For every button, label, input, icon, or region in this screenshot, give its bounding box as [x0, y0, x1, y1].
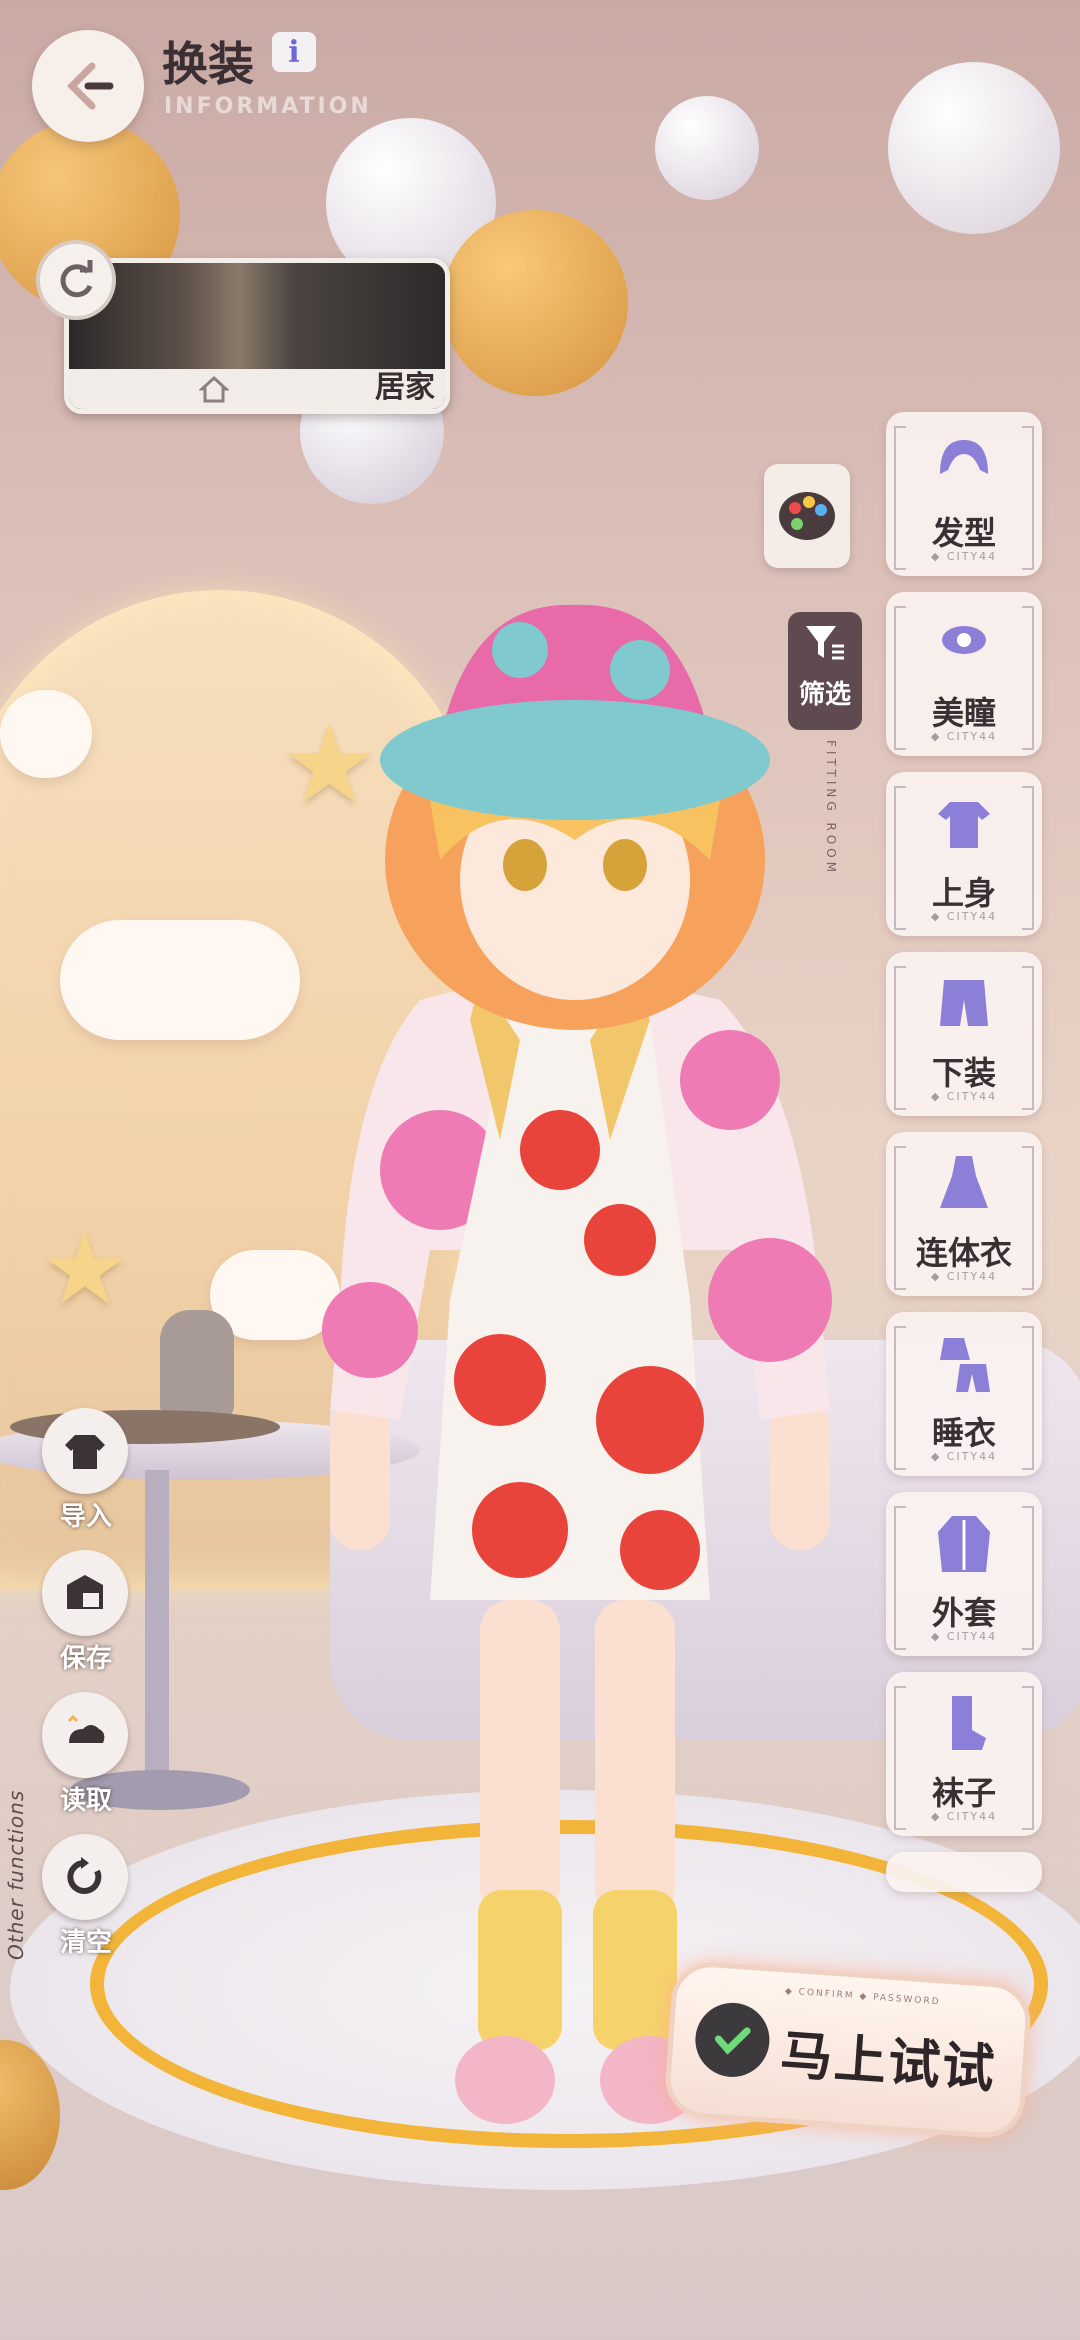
dress-dot: [596, 1366, 704, 1474]
import-icon: [65, 1435, 105, 1469]
load-icon: [67, 1714, 105, 1743]
left-sock: [478, 1890, 562, 2050]
hat-pattern: [610, 640, 670, 700]
category-label: 美瞳: [931, 694, 996, 732]
filter-label: 筛选: [798, 680, 851, 710]
category-more[interactable]: [886, 1852, 1042, 1892]
refresh-scene-button[interactable]: [36, 240, 116, 320]
right-leg: [595, 1600, 675, 1920]
category-label: 发型: [931, 514, 996, 552]
eye-icon: [942, 626, 986, 654]
jacket-pattern: [680, 1030, 780, 1130]
page-title: 换装: [162, 37, 254, 91]
check-icon: [692, 2000, 772, 2080]
right-sock: [593, 1890, 677, 2050]
left-eye: [503, 839, 547, 891]
back-arrow-icon: [67, 62, 114, 110]
category-sublabel: ◆ CITY44: [930, 1450, 998, 1463]
save-icon: [67, 1575, 103, 1609]
category-tops[interactable]: 上身 ◆ CITY44: [886, 772, 1042, 936]
filter-button[interactable]: 筛选: [788, 612, 862, 730]
right-eye: [603, 839, 647, 891]
category-contacts[interactable]: 美瞳 ◆ CITY44: [886, 592, 1042, 756]
jacket-pattern: [708, 1238, 832, 1362]
clear-label: 清空: [59, 1928, 112, 1958]
sock-icon: [952, 1696, 986, 1750]
import-label: 导入: [59, 1502, 112, 1532]
dress-icon: [940, 1156, 988, 1208]
coat-icon: [938, 1516, 990, 1572]
category-label: 袜子: [931, 1774, 996, 1812]
info-icon[interactable]: i: [272, 32, 316, 72]
scene-bar: 居家: [69, 369, 445, 409]
hat-brim: [380, 700, 770, 820]
category-label: 睡衣: [931, 1414, 996, 1452]
category-label: 外套: [931, 1594, 996, 1632]
category-coats[interactable]: 外套 ◆ CITY44: [886, 1492, 1042, 1656]
category-sublabel: ◆ CITY44: [930, 550, 998, 563]
category-label: 下装: [931, 1054, 996, 1092]
right-hand: [770, 1400, 830, 1550]
category-sublabel: ◆ CITY44: [930, 1810, 998, 1823]
save-button[interactable]: 保存: [38, 1550, 134, 1675]
dress-dot: [472, 1482, 568, 1578]
pajamas-icon: [940, 1338, 990, 1392]
dress-dot: [620, 1510, 700, 1590]
category-list[interactable]: 发型 ◆ CITY44 美瞳 ◆ CITY44 上身 ◆ CITY44 下装 ◆…: [866, 412, 1060, 1892]
category-sublabel: ◆ CITY44: [930, 910, 998, 923]
category-bottoms[interactable]: 下装 ◆ CITY44: [886, 952, 1042, 1116]
other-functions-caption: Other functions: [4, 1789, 28, 1960]
try-now-button[interactable]: ◆ CONFIRM ◆ PASSWORD 马上试试: [662, 1959, 1034, 2141]
dress-dot: [520, 1110, 600, 1190]
import-button[interactable]: 导入: [38, 1408, 134, 1533]
category-label: 上身: [931, 874, 996, 912]
save-label: 保存: [59, 1644, 112, 1674]
category-label: 连体衣: [915, 1234, 1012, 1272]
shirt-icon: [938, 802, 990, 848]
load-button[interactable]: 读取: [38, 1692, 134, 1817]
left-leg: [480, 1600, 560, 1920]
clear-button[interactable]: 清空: [38, 1834, 134, 1959]
category-onepiece[interactable]: 连体衣 ◆ CITY44: [886, 1132, 1042, 1296]
category-socks[interactable]: 袜子 ◆ CITY44: [886, 1672, 1042, 1836]
left-shoe: [455, 2036, 555, 2124]
category-pajamas[interactable]: 睡衣 ◆ CITY44: [886, 1312, 1042, 1476]
dress-dot: [454, 1334, 546, 1426]
scene-label: 居家: [375, 370, 435, 405]
shorts-icon: [940, 980, 988, 1026]
fitting-room-caption: FITTING ROOM: [824, 740, 838, 877]
filter-icon: [806, 626, 844, 660]
hair-icon: [940, 440, 988, 474]
back-button[interactable]: [32, 30, 144, 142]
category-sublabel: ◆ CITY44: [930, 1630, 998, 1643]
scene-thumbnail: [69, 263, 445, 369]
category-sublabel: ◆ CITY44: [930, 1270, 998, 1283]
category-sublabel: ◆ CITY44: [930, 730, 998, 743]
scene-card[interactable]: 居家: [64, 258, 450, 414]
left-hand: [330, 1400, 390, 1550]
palette-button[interactable]: [764, 464, 850, 568]
dress-dot: [584, 1204, 656, 1276]
page-subtitle: INFORMATION: [164, 94, 372, 119]
try-now-label: 马上试试: [778, 2025, 999, 2101]
refresh-icon: [60, 260, 93, 298]
clear-icon: [67, 1857, 102, 1894]
load-label: 读取: [59, 1786, 112, 1816]
category-sublabel: ◆ CITY44: [930, 1090, 998, 1103]
hat-pattern: [492, 622, 548, 678]
house-icon: [199, 375, 229, 403]
palette-icon: [779, 492, 835, 540]
jacket-pattern: [322, 1282, 418, 1378]
category-hair[interactable]: 发型 ◆ CITY44: [886, 412, 1042, 576]
try-now-sublabel: ◆ CONFIRM ◆ PASSWORD: [784, 1986, 941, 2008]
